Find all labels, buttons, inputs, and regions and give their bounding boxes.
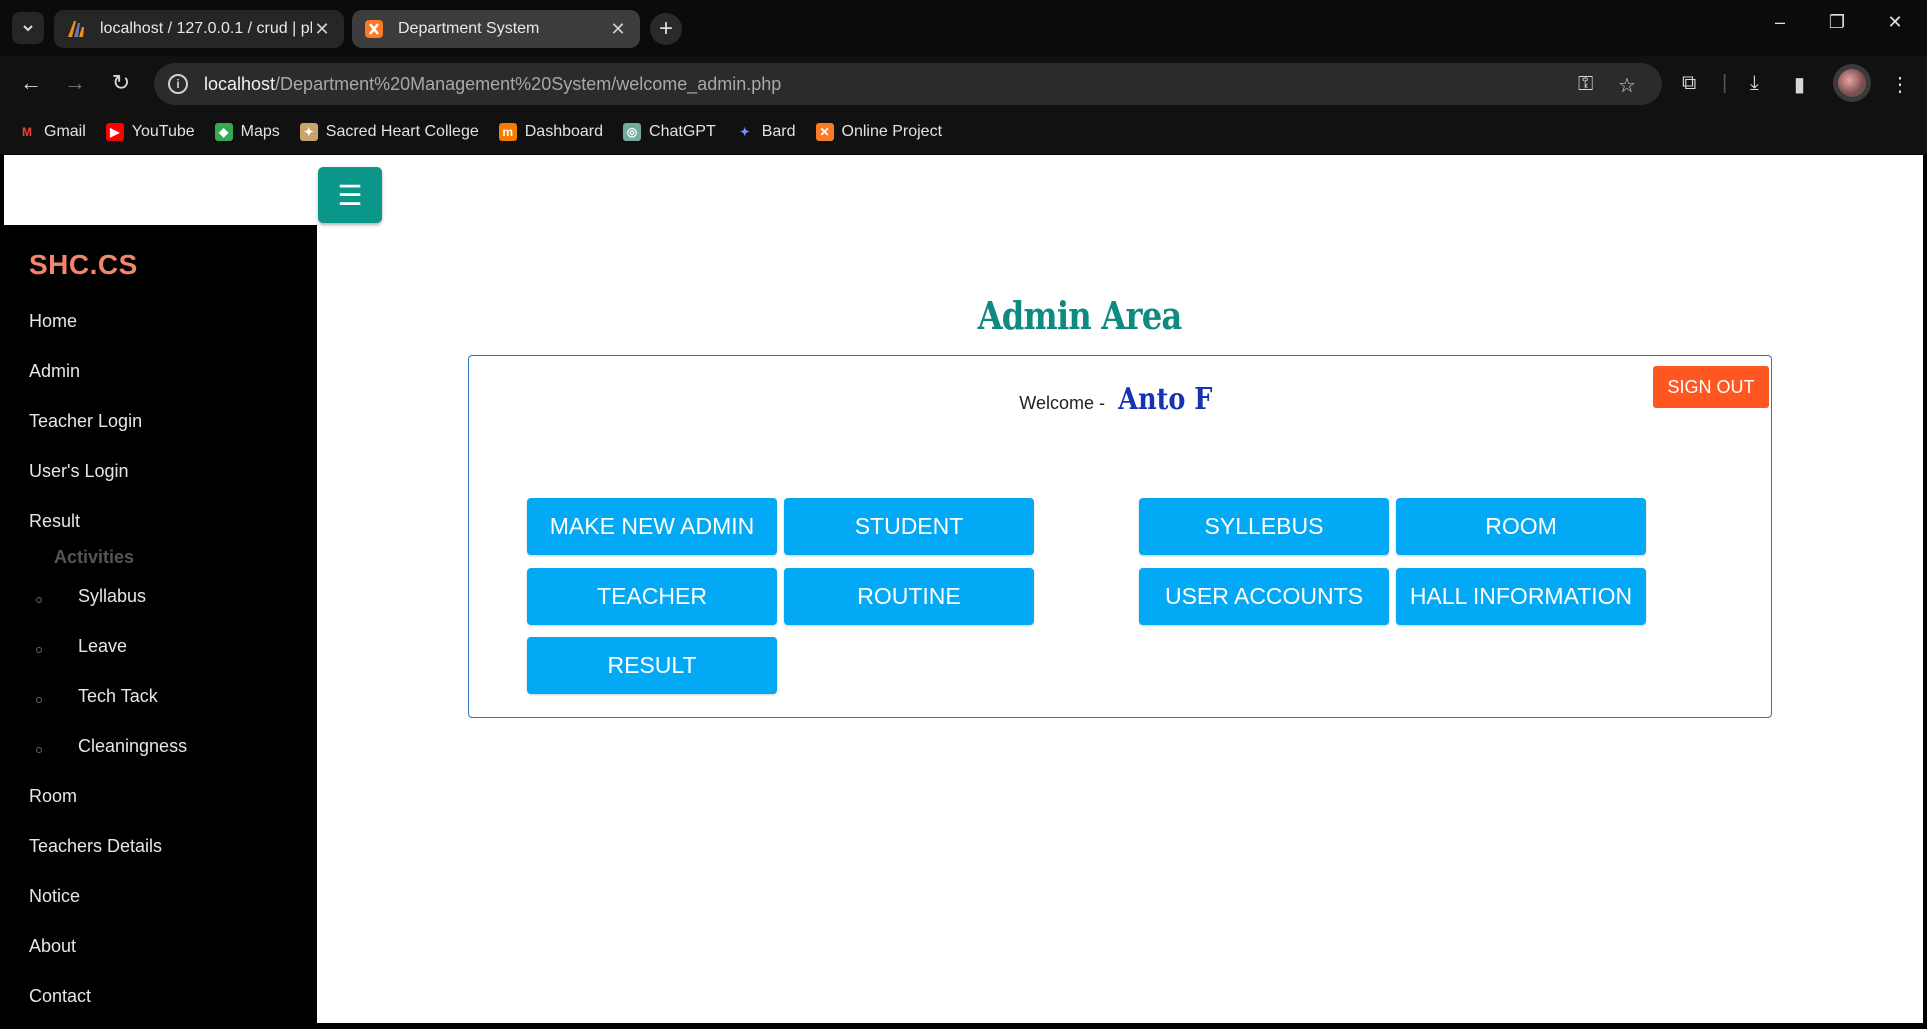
nav-section-activities: Activities [54, 547, 135, 567]
college-icon: ✦ [299, 123, 318, 141]
nav-teachers-details[interactable]: Teachers Details [29, 836, 162, 857]
divider: | [1722, 72, 1728, 94]
hamburger-icon: ☰ [337, 179, 363, 211]
room-button[interactable]: ROOM [1396, 498, 1646, 555]
restore-icon[interactable]: ❐ [1822, 12, 1852, 33]
nav-leave[interactable]: Leave [78, 636, 127, 657]
bookmark-label: Bard [761, 123, 796, 140]
bookmark-online-project[interactable]: ✕ Online Project [815, 123, 943, 141]
site-info-icon[interactable]: i [168, 74, 188, 94]
nav-room[interactable]: Room [29, 786, 77, 807]
sign-out-button[interactable]: SIGN OUT [1653, 366, 1769, 408]
reload-icon[interactable]: ↻ [106, 68, 136, 98]
minimize-icon[interactable]: – [1765, 12, 1795, 33]
extensions-icon[interactable]: ⧉ [1682, 72, 1696, 95]
download-icon[interactable]: ⤓ [1750, 72, 1759, 95]
page-viewport: ☰ SHC.CS Home Admin Teacher Login User's… [4, 155, 1923, 1023]
tab-department-system[interactable]: Department System ✕ [352, 10, 640, 48]
nav-cleaningness[interactable]: Cleaningness [78, 736, 187, 757]
make-new-admin-button[interactable]: MAKE NEW ADMIN [527, 498, 777, 555]
sidebar: SHC.CS Home Admin Teacher Login User's L… [4, 225, 317, 1023]
chevron-down-icon [23, 25, 33, 32]
page-title: Admin Area [977, 293, 1182, 338]
side-panel-icon[interactable]: ▮ [1794, 72, 1805, 97]
tab-title: Department System [398, 20, 540, 37]
bookmark-bard[interactable]: ✦ Bard [736, 123, 796, 141]
nav-syllabus[interactable]: Syllabus [78, 586, 146, 607]
bullet-icon [36, 597, 42, 603]
bookmark-label: Maps [240, 123, 280, 140]
bard-icon: ✦ [739, 125, 750, 139]
phpmyadmin-icon [68, 21, 84, 37]
student-button[interactable]: STUDENT [784, 498, 1034, 555]
window-bottom-edge [0, 1023, 1927, 1029]
nav-result[interactable]: Result [29, 511, 80, 532]
menu-toggle-button[interactable]: ☰ [318, 167, 382, 223]
xampp-icon: ✕ [815, 123, 834, 141]
nav-admin[interactable]: Admin [29, 361, 80, 382]
hall-information-button[interactable]: HALL INFORMATION [1396, 568, 1646, 625]
welcome-message: Welcome - Anto F [469, 382, 1771, 417]
nav-contact[interactable]: Contact [29, 986, 91, 1007]
bookmarks-bar: M Gmail ▶ YouTube ◆ Maps ✦ Sacred Heart College… [0, 110, 1927, 154]
key-icon[interactable]: ⚿ [1578, 73, 1593, 96]
close-tab-icon[interactable]: ✕ [312, 19, 332, 40]
new-tab-button[interactable]: + [650, 13, 682, 45]
tab-strip: localhost / 127.0.0.1 / crud | phpMyAdmi… [0, 0, 1927, 56]
welcome-prefix: Welcome - [1019, 393, 1110, 413]
back-arrow-icon[interactable]: ← [16, 68, 46, 98]
brand-logo[interactable]: SHC.CS [29, 249, 138, 281]
routine-button[interactable]: ROUTINE [784, 568, 1034, 625]
bookmark-youtube[interactable]: ▶ YouTube [105, 123, 195, 141]
page-title-wrap: Admin Area [4, 293, 1923, 338]
close-tab-icon[interactable]: ✕ [608, 19, 628, 40]
user-name: Anto F [1118, 382, 1213, 417]
url-path: /Department%20Management%20System/welcom… [275, 73, 782, 94]
bookmark-maps[interactable]: ◆ Maps [214, 123, 280, 141]
bookmark-dashboard[interactable]: m Dashboard [498, 123, 604, 141]
nav-notice[interactable]: Notice [29, 886, 80, 907]
nav-users-login[interactable]: User's Login [29, 461, 128, 482]
forward-arrow-icon[interactable]: → [60, 68, 90, 98]
youtube-icon: ▶ [105, 123, 124, 141]
tab-phpmyadmin[interactable]: localhost / 127.0.0.1 / crud | phpMyAdmi… [54, 10, 344, 48]
address-bar[interactable]: i localhost/Department%20Management%20Sy… [154, 63, 1662, 105]
bookmark-label: Dashboard [524, 123, 604, 140]
syllebus-button[interactable]: SYLLEBUS [1139, 498, 1389, 555]
chatgpt-icon: ◎ [623, 123, 642, 141]
dashboard-icon: m [498, 123, 517, 141]
bookmark-label: Gmail [44, 123, 86, 140]
menu-kebab-icon[interactable]: ⋮ [1890, 72, 1910, 97]
avatar-image [1838, 69, 1866, 97]
bookmark-label: Online Project [841, 123, 943, 140]
bookmark-label: ChatGPT [649, 123, 716, 140]
xampp-icon [365, 20, 383, 38]
bookmark-label: Sacred Heart College [325, 123, 479, 140]
result-button[interactable]: RESULT [527, 637, 777, 694]
bullet-icon [36, 647, 42, 653]
gmail-icon: M [22, 125, 32, 139]
nav-about[interactable]: About [29, 936, 76, 957]
user-accounts-button[interactable]: USER ACCOUNTS [1139, 568, 1389, 625]
bookmark-label: YouTube [131, 123, 195, 140]
profile-avatar[interactable] [1833, 64, 1871, 102]
bookmark-chatgpt[interactable]: ◎ ChatGPT [623, 123, 716, 141]
close-window-icon[interactable]: ✕ [1880, 12, 1910, 33]
browser-toolbar: ← → ↻ i localhost/Department%20Managemen… [0, 56, 1927, 110]
maps-icon: ◆ [214, 123, 233, 141]
nav-teacher-login[interactable]: Teacher Login [29, 411, 142, 432]
admin-panel: Welcome - Anto F SIGN OUT MAKE NEW ADMIN… [468, 355, 1772, 718]
bullet-icon [36, 747, 42, 753]
tab-search-button[interactable] [12, 12, 44, 44]
teacher-button[interactable]: TEACHER [527, 568, 777, 625]
bookmark-gmail[interactable]: M Gmail [18, 123, 86, 141]
bullet-icon [36, 697, 42, 703]
star-icon[interactable]: ☆ [1618, 73, 1636, 98]
bookmark-sacred-heart-college[interactable]: ✦ Sacred Heart College [299, 123, 479, 141]
tab-title: localhost / 127.0.0.1 / crud | phpMyAdmi… [100, 20, 312, 37]
nav-tech-tack[interactable]: Tech Tack [78, 686, 158, 707]
url-host: localhost [204, 73, 276, 94]
